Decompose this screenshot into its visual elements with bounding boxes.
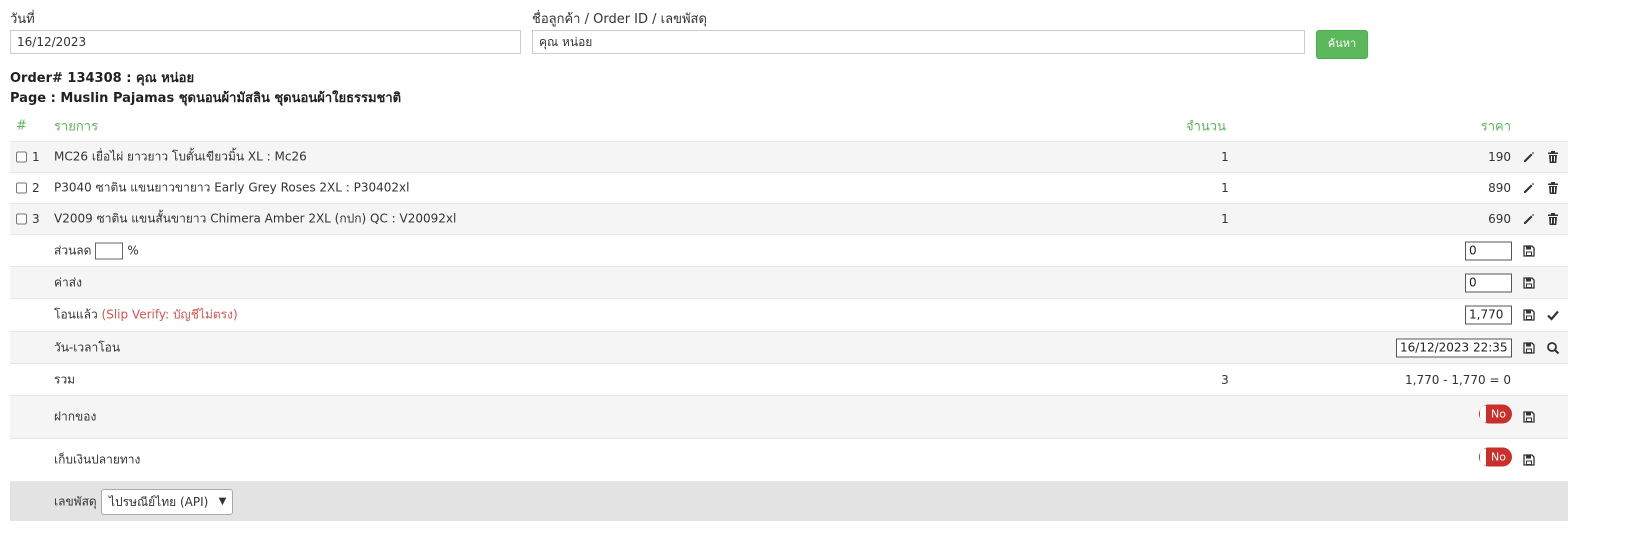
table-row: 1 MC26 เยื่อไผ่ ยาวยาว โบตั้นเขียวมิ้น X… (10, 141, 1568, 172)
save-icon[interactable] (1522, 410, 1536, 424)
row-item-name: P3040 ซาติน แขนยาวขายาว Early Grey Roses… (54, 180, 410, 195)
pencil-icon[interactable] (1522, 150, 1536, 164)
cod-toggle[interactable]: No (1479, 447, 1512, 467)
percent-sign: % (127, 243, 139, 257)
save-icon[interactable] (1522, 308, 1536, 322)
row-item-name: V2009 ซาติน แขนสั้นขายาว Chimera Amber 2… (54, 211, 457, 226)
carrier-select[interactable]: ไปรษณีย์ไทย (API) ▼ (101, 488, 234, 515)
date-label: วันที่ (10, 12, 35, 27)
header-price: ราคา (1480, 119, 1511, 134)
deposit-toggle-label: No (1491, 407, 1506, 421)
save-icon[interactable] (1522, 244, 1536, 258)
header-num: # (16, 118, 27, 133)
pencil-icon[interactable] (1522, 212, 1536, 226)
row-price: 690 (1488, 212, 1511, 226)
save-icon[interactable] (1522, 276, 1536, 290)
carrier-selected-value: ไปรษณีย์ไทย (API) (109, 494, 209, 509)
search-icon[interactable] (1546, 341, 1560, 355)
customer-label: ชื่อลูกค้า / Order ID / เลขพัสดุ (532, 12, 707, 27)
save-icon[interactable] (1522, 453, 1536, 467)
order-table: # รายการ จำนวน ราคา 1 MC26 เยื่อไผ่ ยาวย… (10, 110, 1568, 521)
discount-amount-input[interactable]: 0 (1465, 241, 1512, 260)
row-number: 1 (32, 150, 40, 164)
deposit-row: ฝากของ No (10, 395, 1568, 438)
checkmark-icon[interactable] (1546, 308, 1560, 322)
row-qty: 1 (1221, 212, 1229, 226)
row-number: 3 (32, 212, 40, 226)
row-number: 2 (32, 181, 40, 195)
cod-row: เก็บเงินปลายทาง No (10, 438, 1568, 481)
trash-icon[interactable] (1546, 181, 1560, 195)
shipping-row: ค่าส่ง 0 (10, 266, 1568, 298)
chevron-down-icon: ▼ (218, 495, 227, 507)
total-label: รวม (54, 372, 76, 386)
transferred-label: โอนแล้ว (54, 307, 98, 322)
transfer-datetime-input[interactable]: 16/12/2023 22:35 (1396, 338, 1512, 357)
row-checkbox[interactable] (16, 151, 27, 163)
table-header: # รายการ จำนวน ราคา (10, 110, 1568, 141)
total-row: รวม 3 1,770 - 1,770 = 0 (10, 363, 1568, 395)
order-title: Order# 134308 : คุณ หน่อย (10, 71, 195, 86)
row-checkbox[interactable] (16, 182, 27, 194)
trash-icon[interactable] (1546, 212, 1560, 226)
row-checkbox[interactable] (16, 213, 27, 225)
date-input[interactable]: 16/12/2023 (10, 30, 521, 54)
discount-percent-input[interactable] (95, 242, 124, 259)
transferred-amount-input[interactable]: 1,770 (1465, 305, 1512, 325)
discount-label: ส่วนลด (54, 243, 92, 257)
row-qty: 1 (1221, 181, 1229, 195)
cod-label: เก็บเงินปลายทาง (54, 452, 141, 467)
deposit-label: ฝากของ (54, 409, 97, 424)
customer-search-input[interactable]: คุณ หน่อย (532, 30, 1305, 54)
row-item-name: MC26 เยื่อไผ่ ยาวยาว โบตั้นเขียวมิ้น XL … (54, 149, 307, 164)
transfer-time-row: วัน-เวลาโอน 16/12/2023 22:35 (10, 331, 1568, 363)
table-row: 2 P3040 ซาติน แขนยาวขายาว Early Grey Ros… (10, 172, 1568, 203)
trash-icon[interactable] (1546, 150, 1560, 164)
save-icon[interactable] (1522, 341, 1536, 355)
deposit-toggle[interactable]: No (1479, 404, 1512, 424)
row-price: 890 (1488, 181, 1511, 195)
search-button[interactable]: ค้นหา (1316, 30, 1368, 59)
row-price: 190 (1488, 150, 1511, 164)
tracking-row: เลขพัสดุ ไปรษณีย์ไทย (API) ▼ (10, 481, 1568, 521)
total-summary: 1,770 - 1,770 = 0 (1405, 372, 1511, 387)
transferred-row: โอนแล้ว (Slip Verify: บัญชีไม่ตรง) 1,770 (10, 298, 1568, 331)
total-qty: 3 (1221, 372, 1229, 387)
shipping-label: ค่าส่ง (54, 275, 82, 289)
order-page: Page : Muslin Pajamas ชุดนอนผ้ามัสลิน ชุ… (10, 91, 402, 106)
pencil-icon[interactable] (1522, 181, 1536, 195)
table-row: 3 V2009 ซาติน แขนสั้นขายาว Chimera Amber… (10, 203, 1568, 234)
discount-label-group: ส่วนลด% (54, 241, 139, 260)
row-qty: 1 (1221, 150, 1229, 164)
header-item: รายการ (54, 119, 99, 134)
tracking-label: เลขพัสดุ (54, 494, 97, 508)
transferred-label-group: โอนแล้ว (Slip Verify: บัญชีไม่ตรง) (54, 306, 238, 325)
cod-toggle-label: No (1491, 450, 1506, 464)
transfer-time-label: วัน-เวลาโอน (54, 340, 121, 354)
shipping-amount-input[interactable]: 0 (1465, 273, 1512, 292)
discount-row: ส่วนลด% 0 (10, 234, 1568, 266)
slip-verify-note: (Slip Verify: บัญชีไม่ตรง) (101, 307, 238, 322)
header-qty: จำนวน (1186, 119, 1226, 134)
search-form: วันที่ 16/12/2023 ชื่อลูกค้า / Order ID … (10, 8, 1410, 63)
